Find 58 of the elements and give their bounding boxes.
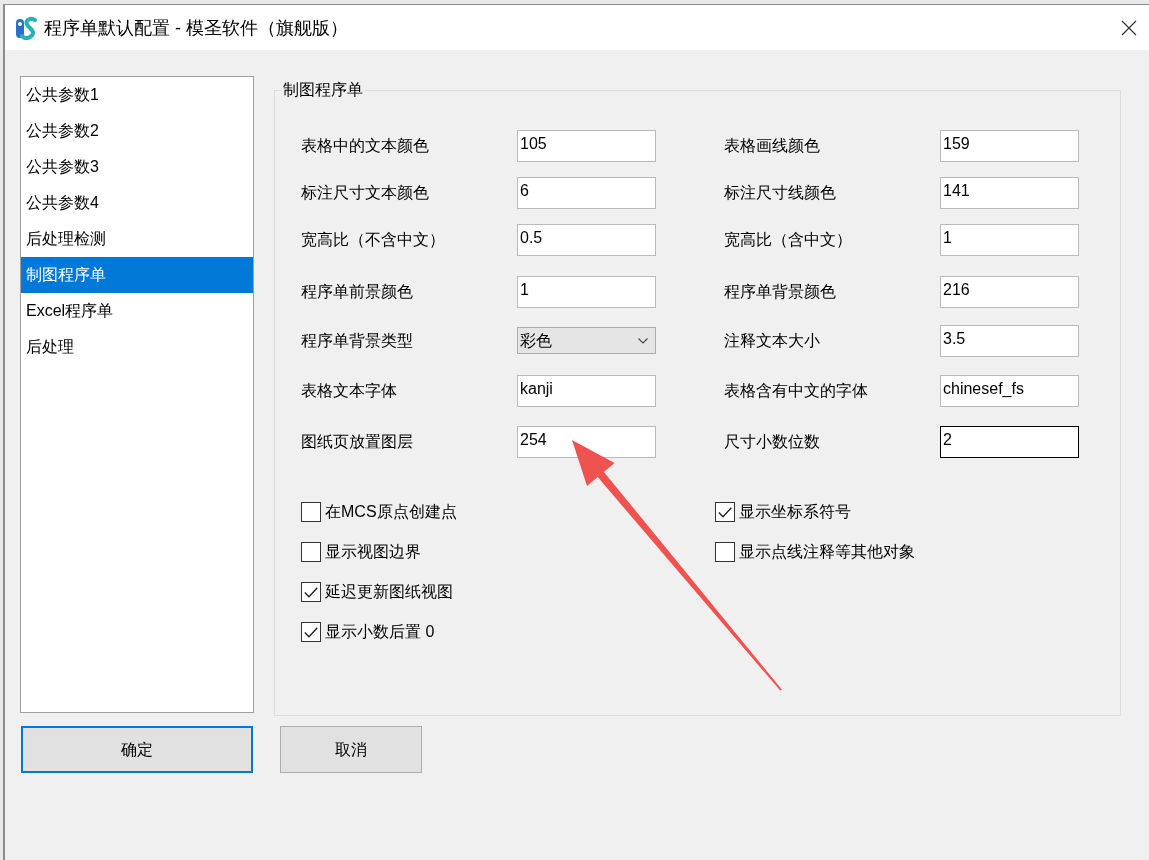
- close-icon: [1121, 19, 1137, 36]
- checkbox[interactable]: [715, 502, 735, 522]
- dialog-button[interactable]: 确定: [21, 726, 253, 773]
- checkbox-label: 显示点线注释等其他对象: [739, 542, 915, 562]
- field-label: 表格画线颜色: [724, 136, 820, 156]
- checkbox-label: 显示视图边界: [325, 542, 421, 562]
- text-field[interactable]: chinesef_fs: [940, 375, 1079, 407]
- checkbox-label: 延迟更新图纸视图: [325, 582, 453, 602]
- field-label: 注释文本大小: [724, 331, 820, 351]
- checkbox-label: 在MCS原点创建点: [325, 502, 457, 522]
- field-label: 程序单背景颜色: [724, 282, 836, 302]
- field-label: 标注尺寸文本颜色: [301, 183, 429, 203]
- dialog-button[interactable]: 取消: [280, 726, 422, 773]
- list-item[interactable]: Excel程序单: [21, 293, 253, 329]
- checkbox[interactable]: [301, 622, 321, 642]
- list-item[interactable]: 公共参数2: [21, 113, 253, 149]
- text-field[interactable]: 3.5: [940, 325, 1079, 357]
- check-icon: [304, 626, 318, 638]
- text-field[interactable]: 141: [940, 177, 1079, 209]
- list-item[interactable]: 制图程序单: [21, 257, 253, 293]
- checkbox[interactable]: [715, 542, 735, 562]
- list-item[interactable]: 公共参数3: [21, 149, 253, 185]
- checkbox-label: 显示小数后置 0: [325, 622, 435, 642]
- text-field[interactable]: 2: [940, 426, 1079, 458]
- text-field[interactable]: 159: [940, 130, 1079, 162]
- text-field[interactable]: 216: [940, 276, 1079, 308]
- check-icon: [304, 586, 318, 598]
- checkbox[interactable]: [301, 542, 321, 562]
- text-field[interactable]: 1: [517, 276, 656, 308]
- text-field[interactable]: 105: [517, 130, 656, 162]
- field-label: 程序单背景类型: [301, 331, 413, 351]
- field-label: 表格含有中文的字体: [724, 381, 868, 401]
- text-field[interactable]: kanji: [517, 375, 656, 407]
- field-label: 标注尺寸线颜色: [724, 183, 836, 203]
- text-field[interactable]: 6: [517, 177, 656, 209]
- list-item[interactable]: 公共参数1: [21, 77, 253, 113]
- app-logo-icon: [16, 15, 38, 40]
- field-label: 表格文本字体: [301, 381, 397, 401]
- list-item[interactable]: 公共参数4: [21, 185, 253, 221]
- text-field[interactable]: 1: [940, 224, 1079, 256]
- field-label: 宽高比（含中文）: [724, 230, 852, 250]
- checkbox-label: 显示坐标系符号: [739, 502, 851, 522]
- text-field[interactable]: 0.5: [517, 224, 656, 256]
- text-field[interactable]: 254: [517, 426, 656, 458]
- field-label: 图纸页放置图层: [301, 432, 413, 452]
- checkbox[interactable]: [301, 502, 321, 522]
- list-item[interactable]: 后处理: [21, 329, 253, 365]
- check-icon: [718, 506, 732, 518]
- field-label: 表格中的文本颜色: [301, 136, 429, 156]
- checkbox[interactable]: [301, 582, 321, 602]
- chevron-down-icon: [638, 337, 648, 344]
- field-label: 尺寸小数位数: [724, 432, 820, 452]
- field-label: 宽高比（不含中文）: [301, 230, 445, 250]
- list-item[interactable]: 后处理检测: [21, 221, 253, 257]
- window-title: 程序单默认配置 - 模圣软件（旗舰版）: [44, 16, 348, 40]
- group-title: 制图程序单: [282, 80, 364, 100]
- dropdown[interactable]: 彩色: [517, 327, 656, 354]
- field-label: 程序单前景颜色: [301, 282, 413, 302]
